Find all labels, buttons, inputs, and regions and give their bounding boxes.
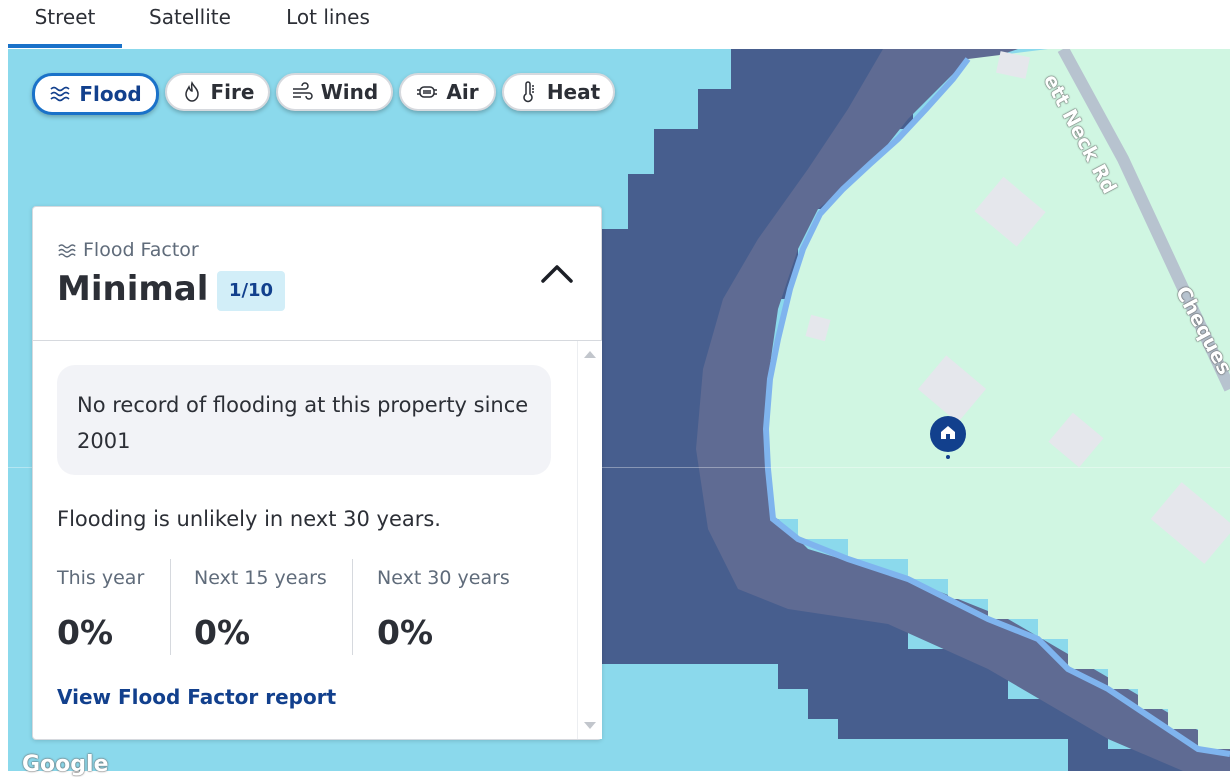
chip-label: Wind — [320, 80, 379, 104]
flood-factor-label: Flood Factor — [57, 239, 199, 261]
scroll-down-arrow-icon[interactable] — [584, 722, 596, 729]
card-scrollbar[interactable] — [577, 341, 602, 739]
tab-lot-lines[interactable]: Lot lines — [270, 0, 386, 46]
scroll-up-arrow-icon[interactable] — [584, 351, 596, 358]
stat-value: 0% — [57, 613, 114, 652]
chip-fire[interactable]: Fire — [165, 73, 270, 111]
flood-factor-score-badge: 1/10 — [217, 271, 285, 311]
stat-value: 0% — [377, 613, 434, 652]
flood-history-notice: No record of flooding at this property s… — [57, 365, 551, 475]
tab-satellite[interactable]: Satellite — [136, 0, 244, 46]
stat-divider — [170, 559, 171, 655]
stat-value: 0% — [194, 613, 251, 652]
flood-factor-card: Flood Factor Minimal 1/10 No record of f… — [32, 206, 602, 740]
stat-this-year: This year 0% — [57, 561, 169, 657]
chip-label: Heat — [546, 80, 601, 104]
flood-factor-rating: Minimal — [57, 269, 209, 309]
chip-label: Fire — [210, 80, 255, 104]
chip-label: Air — [446, 80, 479, 104]
view-flood-factor-report-link[interactable]: View Flood Factor report — [57, 685, 336, 709]
chip-wind[interactable]: Wind — [276, 73, 393, 111]
chip-label: Flood — [79, 82, 142, 106]
mask-icon — [416, 81, 438, 103]
flame-icon — [181, 81, 203, 103]
chip-heat[interactable]: Heat — [502, 73, 615, 111]
card-body: No record of flooding at this property s… — [33, 341, 577, 739]
chip-air[interactable]: Air — [399, 73, 496, 111]
stat-divider — [352, 559, 353, 655]
stat-label: Next 15 years — [194, 567, 327, 589]
waves-icon — [49, 83, 71, 105]
wind-icon — [291, 81, 313, 103]
google-logo: Google — [22, 752, 109, 777]
chip-flood[interactable]: Flood — [32, 73, 159, 115]
chevron-up-icon — [541, 265, 573, 283]
collapse-button[interactable] — [537, 259, 577, 289]
stat-next-15-years: Next 15 years 0% — [194, 561, 354, 657]
waves-icon — [57, 240, 77, 260]
map-view-tabs: Street Satellite Lot lines — [0, 0, 1230, 49]
stat-label: Next 30 years — [377, 567, 510, 589]
stat-label: This year — [57, 567, 145, 589]
flood-summary: Flooding is unlikely in next 30 years. — [57, 507, 441, 531]
thermometer-icon — [517, 81, 539, 103]
flood-factor-label-text: Flood Factor — [83, 239, 199, 261]
tab-street[interactable]: Street — [8, 0, 122, 48]
stat-next-30-years: Next 30 years 0% — [377, 561, 547, 657]
card-header: Flood Factor Minimal 1/10 — [33, 207, 601, 341]
